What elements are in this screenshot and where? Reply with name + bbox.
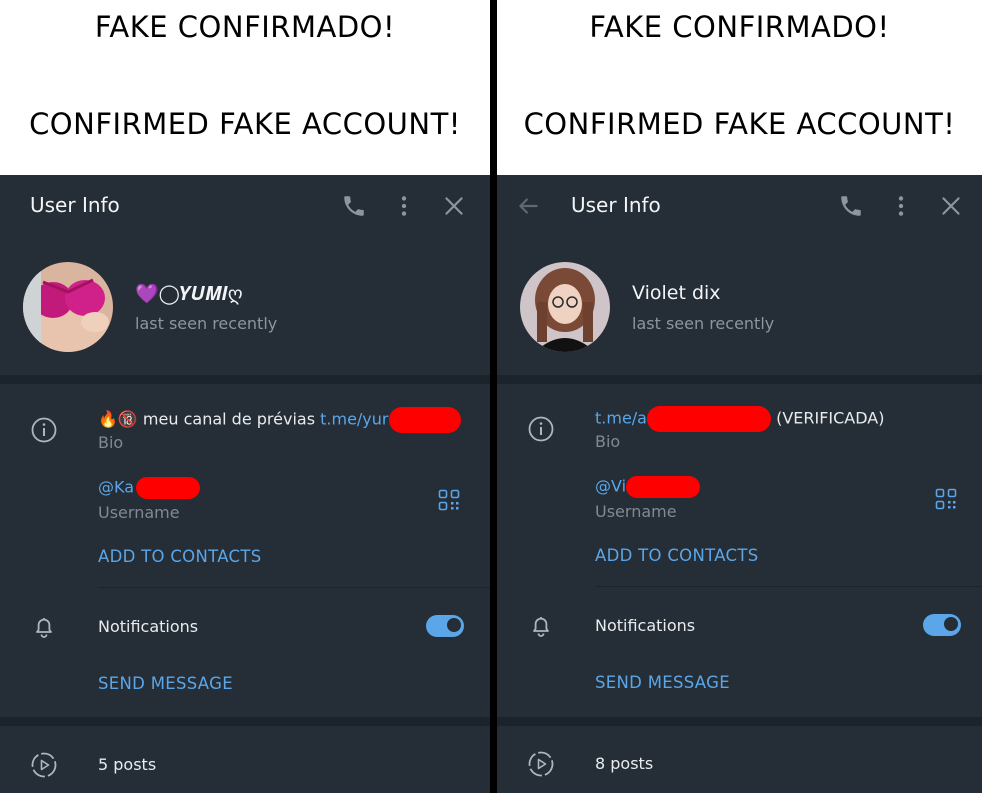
phone-icon[interactable] xyxy=(341,193,367,219)
redaction-mark xyxy=(136,477,201,499)
divider xyxy=(595,586,982,587)
profile-name: 💜◯𝒀𝑼𝑴𝑰ღ xyxy=(135,283,243,305)
notifications-label: Notifications xyxy=(595,616,696,635)
posts-icon xyxy=(30,751,58,779)
redaction-mark xyxy=(626,476,701,498)
section-separator xyxy=(497,375,982,384)
caption-line-1: FAKE CONFIRMADO! xyxy=(94,10,396,44)
send-message-button[interactable]: SEND MESSAGE xyxy=(98,674,233,693)
toggle-knob xyxy=(943,616,959,632)
add-to-contacts-button[interactable]: ADD TO CONTACTS xyxy=(595,546,758,565)
left-panel: FAKE CONFIRMADO! CONFIRMED FAKE ACCOUNT!… xyxy=(0,0,490,793)
caption-line-1: FAKE CONFIRMADO! xyxy=(589,10,890,44)
last-seen-status: last seen recently xyxy=(632,314,775,333)
posts-count[interactable]: 5 posts xyxy=(98,755,156,774)
window-header: User Info xyxy=(497,175,982,237)
bell-icon xyxy=(527,612,555,640)
caption-banner: FAKE CONFIRMADO! CONFIRMED FAKE ACCOUNT! xyxy=(497,0,982,175)
divider xyxy=(98,587,490,588)
profile-section: 💜◯𝒀𝑼𝑴𝑰ღ last seen recently xyxy=(0,237,490,375)
notifications-label: Notifications xyxy=(98,617,199,636)
posts-count[interactable]: 8 posts xyxy=(595,754,653,773)
redaction-mark xyxy=(388,407,461,433)
username-value[interactable]: @Ka xyxy=(98,477,201,499)
bio-link[interactable]: t.me/yur xyxy=(320,410,388,429)
toggle-knob xyxy=(446,617,462,633)
username-label: Username xyxy=(98,503,180,522)
notifications-toggle[interactable] xyxy=(426,615,464,637)
user-info-window: User Info xyxy=(0,175,490,793)
bio-suffix: (VERIFICADA) xyxy=(770,408,885,428)
info-icon xyxy=(527,415,555,443)
redaction-mark xyxy=(646,406,771,432)
window-title: User Info xyxy=(571,193,661,217)
user-info-window: User Info xyxy=(497,175,982,793)
section-separator xyxy=(497,717,982,726)
profile-section: Violet dix last seen recently xyxy=(497,237,982,375)
qr-code-icon[interactable] xyxy=(438,489,460,511)
close-icon[interactable] xyxy=(938,193,964,219)
bio-label: Bio xyxy=(98,433,124,452)
avatar[interactable] xyxy=(520,262,610,352)
bio-prefix: 🔥🔞 meu canal de prévias xyxy=(98,409,321,429)
notifications-toggle[interactable] xyxy=(923,614,961,636)
section-separator xyxy=(0,375,490,384)
bio-text: 🔥🔞 meu canal de prévias t.me/yur xyxy=(98,407,461,433)
caption-banner: FAKE CONFIRMADO! CONFIRMED FAKE ACCOUNT! xyxy=(0,0,490,175)
qr-code-icon[interactable] xyxy=(935,488,957,510)
back-arrow-icon[interactable] xyxy=(515,193,541,219)
bio-text: t.me/a (VERIFICADA) xyxy=(595,406,884,432)
avatar[interactable] xyxy=(23,262,113,352)
send-message-button[interactable]: SEND MESSAGE xyxy=(595,673,730,692)
phone-icon[interactable] xyxy=(838,193,864,219)
username-text: @Ka xyxy=(98,477,135,497)
profile-name: Violet dix xyxy=(632,282,721,304)
posts-icon xyxy=(527,750,555,778)
caption-line-2: CONFIRMED FAKE ACCOUNT! xyxy=(523,107,956,141)
bio-label: Bio xyxy=(595,432,621,451)
last-seen-status: last seen recently xyxy=(135,314,278,333)
username-label: Username xyxy=(595,502,677,521)
username-value[interactable]: @Vi xyxy=(595,476,701,498)
caption-line-2: CONFIRMED FAKE ACCOUNT! xyxy=(29,107,461,141)
more-vertical-icon[interactable] xyxy=(391,193,417,219)
right-panel: FAKE CONFIRMADO! CONFIRMED FAKE ACCOUNT!… xyxy=(497,0,982,793)
add-to-contacts-button[interactable]: ADD TO CONTACTS xyxy=(98,547,261,566)
bio-link[interactable]: t.me/a xyxy=(595,409,647,428)
window-header: User Info xyxy=(0,175,490,237)
close-icon[interactable] xyxy=(441,193,467,219)
more-vertical-icon[interactable] xyxy=(888,193,914,219)
window-title: User Info xyxy=(30,193,120,217)
username-text: @Vi xyxy=(595,476,627,496)
info-icon xyxy=(30,416,58,444)
bell-icon xyxy=(30,613,58,641)
section-separator xyxy=(0,717,490,726)
